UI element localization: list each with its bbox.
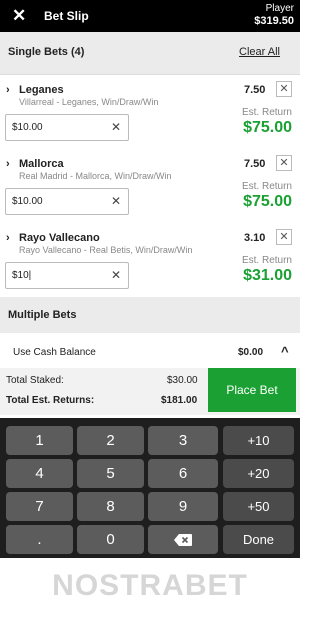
place-bet-button[interactable]: Place Bet bbox=[208, 368, 296, 412]
market-description: Villarreal - Leganes, Win/Draw/Win bbox=[19, 97, 159, 107]
odds-value: 3.10 bbox=[244, 232, 266, 244]
chevron-up-icon[interactable]: ^ bbox=[281, 344, 289, 359]
stake-input[interactable] bbox=[6, 115, 106, 140]
key-6[interactable]: 6 bbox=[148, 459, 218, 488]
est-return-label: Est. Return bbox=[241, 255, 292, 266]
chevron-right-icon[interactable]: › bbox=[6, 158, 10, 170]
est-return-label: Est. Return bbox=[241, 107, 292, 118]
bet-slip-title: Bet Slip bbox=[44, 9, 89, 23]
total-staked-label: Total Staked: bbox=[6, 375, 64, 386]
stake-input[interactable] bbox=[6, 263, 106, 288]
est-return-value: $75.00 bbox=[243, 119, 292, 136]
selection-name: Leganes bbox=[19, 84, 64, 96]
key-plus-50[interactable]: +50 bbox=[223, 492, 294, 521]
clear-all-link[interactable]: Clear All bbox=[239, 46, 280, 58]
account-label: Player bbox=[265, 3, 294, 14]
backspace-icon bbox=[174, 534, 192, 547]
est-return-value: $31.00 bbox=[243, 267, 292, 284]
account-balance: Player $319.50 bbox=[254, 3, 294, 27]
total-returns-value: $181.00 bbox=[161, 395, 198, 406]
multiple-bets-label: Multiple Bets bbox=[8, 309, 77, 321]
odds-value: 7.50 bbox=[244, 84, 266, 96]
key-5[interactable]: 5 bbox=[77, 459, 144, 488]
done-key[interactable]: Done bbox=[223, 525, 294, 554]
stake-field[interactable]: ✕ bbox=[5, 188, 129, 215]
est-return-label: Est. Return bbox=[241, 181, 292, 192]
close-icon[interactable]: ✕ bbox=[12, 6, 26, 26]
single-bets-label: Single Bets (4) bbox=[8, 46, 85, 58]
chevron-right-icon[interactable]: › bbox=[6, 232, 10, 244]
stake-field[interactable]: ✕ bbox=[5, 262, 129, 289]
watermark-logo: NOSTRABET bbox=[52, 569, 248, 602]
key-plus-20[interactable]: +20 bbox=[223, 459, 294, 488]
total-returns-label: Total Est. Returns: bbox=[6, 395, 95, 406]
market-description: Real Madrid - Mallorca, Win/Draw/Win bbox=[19, 171, 172, 181]
key-0[interactable]: 0 bbox=[77, 525, 144, 554]
remove-bet-button[interactable]: ✕ bbox=[276, 155, 292, 171]
total-staked-value: $30.00 bbox=[167, 375, 198, 386]
cash-balance-label: Use Cash Balance bbox=[13, 347, 96, 358]
key-4[interactable]: 4 bbox=[6, 459, 73, 488]
clear-stake-icon[interactable]: ✕ bbox=[111, 194, 121, 208]
key-2[interactable]: 2 bbox=[77, 426, 144, 455]
multiple-bets-header[interactable]: Multiple Bets bbox=[0, 297, 300, 333]
numeric-keypad: 1 2 3 +10 4 5 6 +20 7 8 9 +50 . 0 Done bbox=[0, 418, 300, 558]
bet-row: › Mallorca Real Madrid - Mallorca, Win/D… bbox=[0, 149, 300, 224]
key-9[interactable]: 9 bbox=[148, 492, 218, 521]
stake-field[interactable]: ✕ bbox=[5, 114, 129, 141]
clear-stake-icon[interactable]: ✕ bbox=[111, 120, 121, 134]
key-plus-10[interactable]: +10 bbox=[223, 426, 294, 455]
selection-name: Rayo Vallecano bbox=[19, 232, 100, 244]
key-3[interactable]: 3 bbox=[148, 426, 218, 455]
backspace-key[interactable] bbox=[148, 525, 218, 554]
remove-bet-button[interactable]: ✕ bbox=[276, 81, 292, 97]
remove-bet-button[interactable]: ✕ bbox=[276, 229, 292, 245]
key-7[interactable]: 7 bbox=[6, 492, 73, 521]
key-decimal[interactable]: . bbox=[6, 525, 73, 554]
key-8[interactable]: 8 bbox=[77, 492, 144, 521]
selection-name: Mallorca bbox=[19, 158, 64, 170]
stake-input[interactable] bbox=[6, 189, 106, 214]
chevron-right-icon[interactable]: › bbox=[6, 84, 10, 96]
balance-value: $319.50 bbox=[254, 15, 294, 27]
cash-balance-value: $0.00 bbox=[238, 347, 264, 358]
odds-value: 7.50 bbox=[244, 158, 266, 170]
bet-row: › Leganes Villarreal - Leganes, Win/Draw… bbox=[0, 75, 300, 150]
top-bar: ✕ Bet Slip Player $319.50 bbox=[0, 0, 300, 32]
single-bets-header: Single Bets (4) Clear All bbox=[0, 32, 300, 75]
key-1[interactable]: 1 bbox=[6, 426, 73, 455]
bet-row: › Rayo Vallecano Rayo Vallecano - Real B… bbox=[0, 223, 300, 298]
cash-balance-row[interactable]: Use Cash Balance $0.00 ^ bbox=[0, 336, 300, 368]
est-return-value: $75.00 bbox=[243, 193, 292, 210]
clear-stake-icon[interactable]: ✕ bbox=[111, 268, 121, 282]
market-description: Rayo Vallecano - Real Betis, Win/Draw/Wi… bbox=[19, 245, 193, 255]
